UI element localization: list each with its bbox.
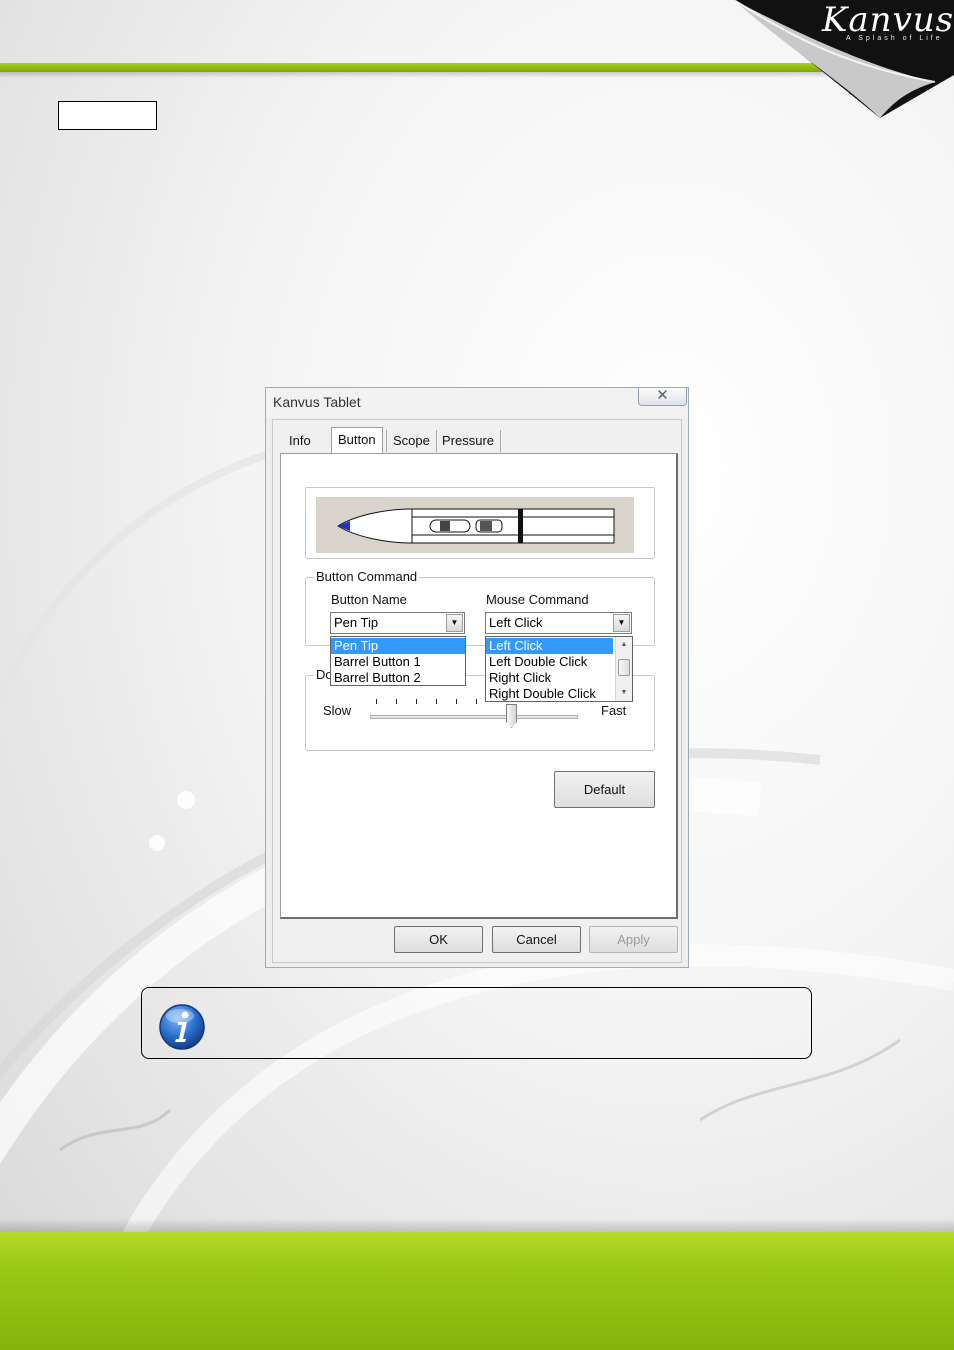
slider-tick — [396, 699, 397, 704]
list-item[interactable]: Left Click — [486, 638, 613, 654]
pen-illustration-group — [305, 487, 655, 559]
tab-scope[interactable]: Scope — [386, 430, 437, 452]
scroll-up-icon[interactable]: ▲ — [616, 638, 632, 652]
default-button[interactable]: Default — [554, 771, 655, 808]
tab-button[interactable]: Button — [331, 427, 383, 454]
info-note-box — [141, 987, 812, 1059]
list-item[interactable]: Pen Tip — [331, 638, 465, 654]
mouse-command-value: Left Click — [489, 615, 543, 630]
slider-tick — [376, 699, 377, 704]
list-item[interactable]: Left Double Click — [486, 654, 632, 670]
cancel-button[interactable]: Cancel — [492, 926, 581, 953]
fast-label: Fast — [601, 703, 627, 718]
speed-slider-track[interactable] — [370, 715, 578, 719]
dialog-titlebar[interactable]: Kanvus Tablet ✕ — [266, 388, 688, 418]
chevron-down-icon[interactable]: ▼ — [613, 614, 630, 632]
slider-tick — [436, 699, 437, 704]
mouse-command-label: Mouse Command — [486, 592, 589, 607]
mouse-command-combo[interactable]: Left Click ▼ — [485, 612, 632, 634]
slider-tick — [416, 699, 417, 704]
ok-button[interactable]: OK — [394, 926, 483, 953]
button-name-label: Button Name — [331, 592, 407, 607]
scroll-thumb[interactable] — [618, 659, 630, 676]
logo-tagline: A Splash of Life — [846, 35, 943, 42]
button-command-legend: Button Command — [314, 569, 420, 584]
list-item[interactable]: Barrel Button 2 — [331, 670, 465, 686]
slow-label: Slow — [323, 703, 352, 718]
mouse-command-dropdown-list: Left Click Left Double Click Right Click… — [485, 636, 633, 702]
button-name-dropdown-list: Pen Tip Barrel Button 1 Barrel Button 2 — [330, 636, 466, 686]
apply-button[interactable]: Apply — [589, 926, 678, 953]
empty-label-box — [58, 101, 157, 130]
list-item[interactable]: Right Double Click — [486, 686, 632, 702]
tab-pressure[interactable]: Pressure — [436, 430, 502, 452]
chevron-down-icon[interactable]: ▼ — [446, 614, 463, 632]
slider-tick — [456, 699, 457, 704]
close-button[interactable]: ✕ — [638, 388, 687, 406]
scroll-down-icon[interactable]: ▼ — [616, 686, 632, 700]
pen-illustration-background — [316, 497, 634, 553]
kanvus-logo: Kanvus — [822, 0, 954, 40]
info-icon — [159, 1004, 205, 1050]
dialog-title: Kanvus Tablet — [273, 394, 361, 410]
bottom-accent-band — [0, 1232, 954, 1350]
button-name-combo[interactable]: Pen Tip ▼ — [330, 612, 465, 634]
kanvus-tablet-dialog: Kanvus Tablet ✕ Info Button Scope Pressu… — [265, 387, 689, 968]
pen-icon — [337, 508, 615, 544]
list-item[interactable]: Right Click — [486, 670, 632, 686]
tab-info[interactable]: Info — [283, 430, 317, 452]
close-icon: ✕ — [656, 387, 669, 404]
slider-tick — [476, 699, 477, 704]
list-item[interactable]: Barrel Button 1 — [331, 654, 465, 670]
dropdown-scrollbar[interactable]: ▲ ▼ — [615, 637, 632, 701]
button-name-value: Pen Tip — [334, 615, 379, 630]
